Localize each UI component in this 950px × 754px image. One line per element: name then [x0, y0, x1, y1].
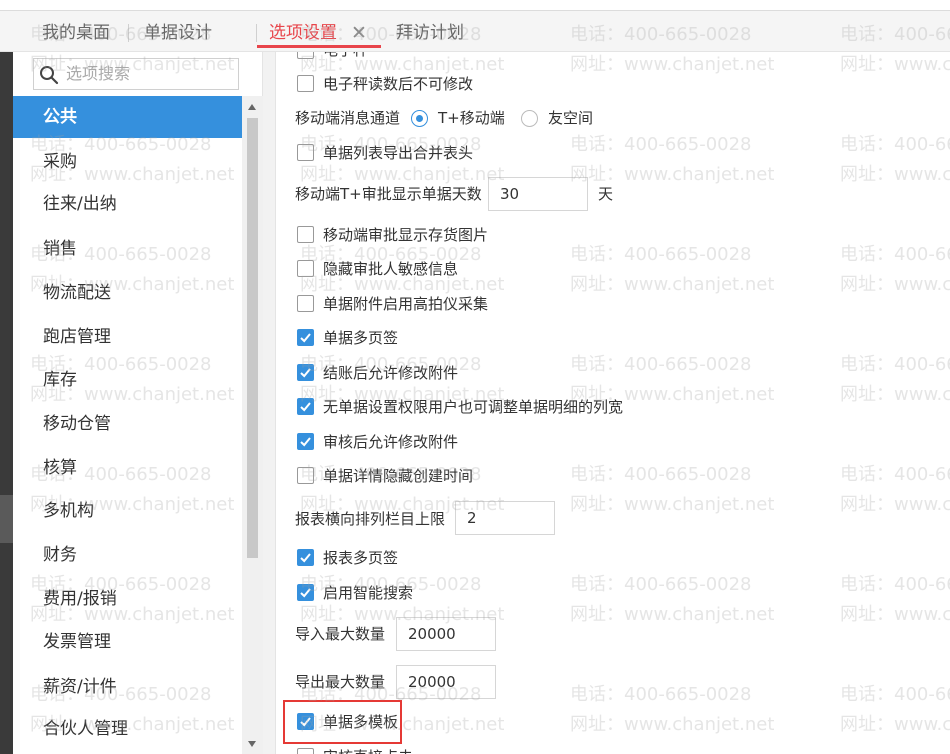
- sidebar-item-accounting[interactable]: 核算: [13, 447, 242, 489]
- sidebar-item-inventory[interactable]: 库存: [13, 359, 242, 401]
- approval-days-unit: 天: [598, 185, 614, 203]
- checkbox-checked[interactable]: [297, 398, 314, 415]
- scroll-up-icon[interactable]: [248, 104, 256, 110]
- check-icon: [300, 588, 311, 598]
- search-icon: [40, 66, 59, 85]
- options-content: 电子秤 电子秤读数后不可修改 移动端消息通道 T+移动端 友空间 单据列表导出合…: [263, 52, 950, 754]
- tab-document-design[interactable]: 单据设计: [144, 19, 212, 47]
- approval-days-input[interactable]: 30: [488, 177, 588, 211]
- sidebar-scrollbar[interactable]: [242, 96, 263, 754]
- tab-close-icon[interactable]: ✕: [351, 19, 367, 47]
- highlight-annotation: [283, 700, 402, 744]
- checkbox[interactable]: [297, 52, 314, 59]
- checkbox[interactable]: [297, 295, 314, 312]
- checkbox-checked[interactable]: [297, 584, 314, 601]
- sidebar-item-mobile-warehouse[interactable]: 移动仓管: [13, 403, 242, 445]
- report-cols-input[interactable]: 2: [455, 501, 555, 535]
- sidebar-item-multi-org[interactable]: 多机构: [13, 490, 242, 532]
- radio-friend-space-label[interactable]: 友空间: [548, 106, 593, 130]
- import-max-label: 导入最大数量: [295, 625, 386, 643]
- radio-friend-space[interactable]: [521, 110, 538, 127]
- export-max-input[interactable]: 20000: [396, 665, 496, 699]
- options-sidebar: 选项搜索 公共 采购 往来/出纳 销售 物流配送 跑店管理 库存 移动仓管 核算…: [13, 52, 263, 754]
- checkbox-checked[interactable]: [297, 433, 314, 450]
- sidebar-item-store-visit[interactable]: 跑店管理: [13, 316, 242, 358]
- radio-tplus-label[interactable]: T+移动端: [438, 106, 505, 130]
- tab-option-settings[interactable]: 选项设置: [269, 19, 337, 47]
- content-divider-strip: [263, 52, 276, 754]
- sidebar-item-sales[interactable]: 销售: [13, 228, 242, 270]
- checkbox[interactable]: [297, 467, 314, 484]
- check-icon: [300, 553, 311, 563]
- active-tab-underline: [257, 45, 381, 48]
- check-icon: [300, 437, 311, 447]
- checkbox[interactable]: [297, 144, 314, 161]
- sidebar-scroll-thumb[interactable]: [247, 118, 258, 558]
- tab-bar: 我的桌面 单据设计 选项设置 ✕ 拜访计划: [0, 0, 950, 52]
- import-max-input[interactable]: 20000: [396, 617, 496, 651]
- export-max-label: 导出最大数量: [295, 673, 386, 691]
- sidebar-item-logistics[interactable]: 物流配送: [13, 272, 242, 314]
- window-top-edge: [0, 0, 950, 11]
- sidebar-item-public[interactable]: 公共: [13, 96, 242, 138]
- check-icon: [300, 333, 311, 343]
- report-cols-label: 报表横向排列栏目上限: [295, 510, 446, 528]
- sidebar-item-payroll[interactable]: 薪资/计件: [13, 666, 242, 708]
- check-icon: [300, 402, 311, 412]
- checkbox-checked[interactable]: [297, 549, 314, 566]
- sidebar-item-partner[interactable]: 合伙人管理: [13, 708, 242, 750]
- checkbox[interactable]: [297, 226, 314, 243]
- left-edge-strip: [0, 52, 13, 754]
- tab-separator: [256, 24, 257, 42]
- left-edge-handle: [0, 495, 13, 543]
- sidebar-item-expense[interactable]: 费用/报销: [13, 578, 242, 620]
- sidebar-item-finance[interactable]: 财务: [13, 534, 242, 576]
- radio-tplus[interactable]: [411, 110, 428, 127]
- checkbox-checked[interactable]: [297, 329, 314, 346]
- tab-visit-plan[interactable]: 拜访计划: [396, 19, 464, 47]
- checkbox[interactable]: [297, 260, 314, 277]
- scroll-down-icon[interactable]: [248, 741, 256, 747]
- option-search-input[interactable]: 选项搜索: [33, 58, 239, 90]
- approval-days-label: 移动端T+审批显示单据天数: [295, 185, 482, 203]
- checkbox-checked[interactable]: [297, 364, 314, 381]
- checkbox[interactable]: [297, 75, 314, 92]
- sidebar-item-invoice[interactable]: 发票管理: [13, 621, 242, 663]
- search-placeholder: 选项搜索: [66, 64, 131, 83]
- sidebar-item-purchase[interactable]: 采购: [13, 141, 242, 183]
- tab-separator: [128, 24, 129, 42]
- msg-channel-label: 移动端消息通道: [295, 109, 401, 127]
- sidebar-item-receivables[interactable]: 往来/出纳: [13, 183, 242, 225]
- check-icon: [300, 368, 311, 378]
- checkbox[interactable]: [297, 748, 314, 754]
- tab-my-desktop[interactable]: 我的桌面: [42, 19, 110, 47]
